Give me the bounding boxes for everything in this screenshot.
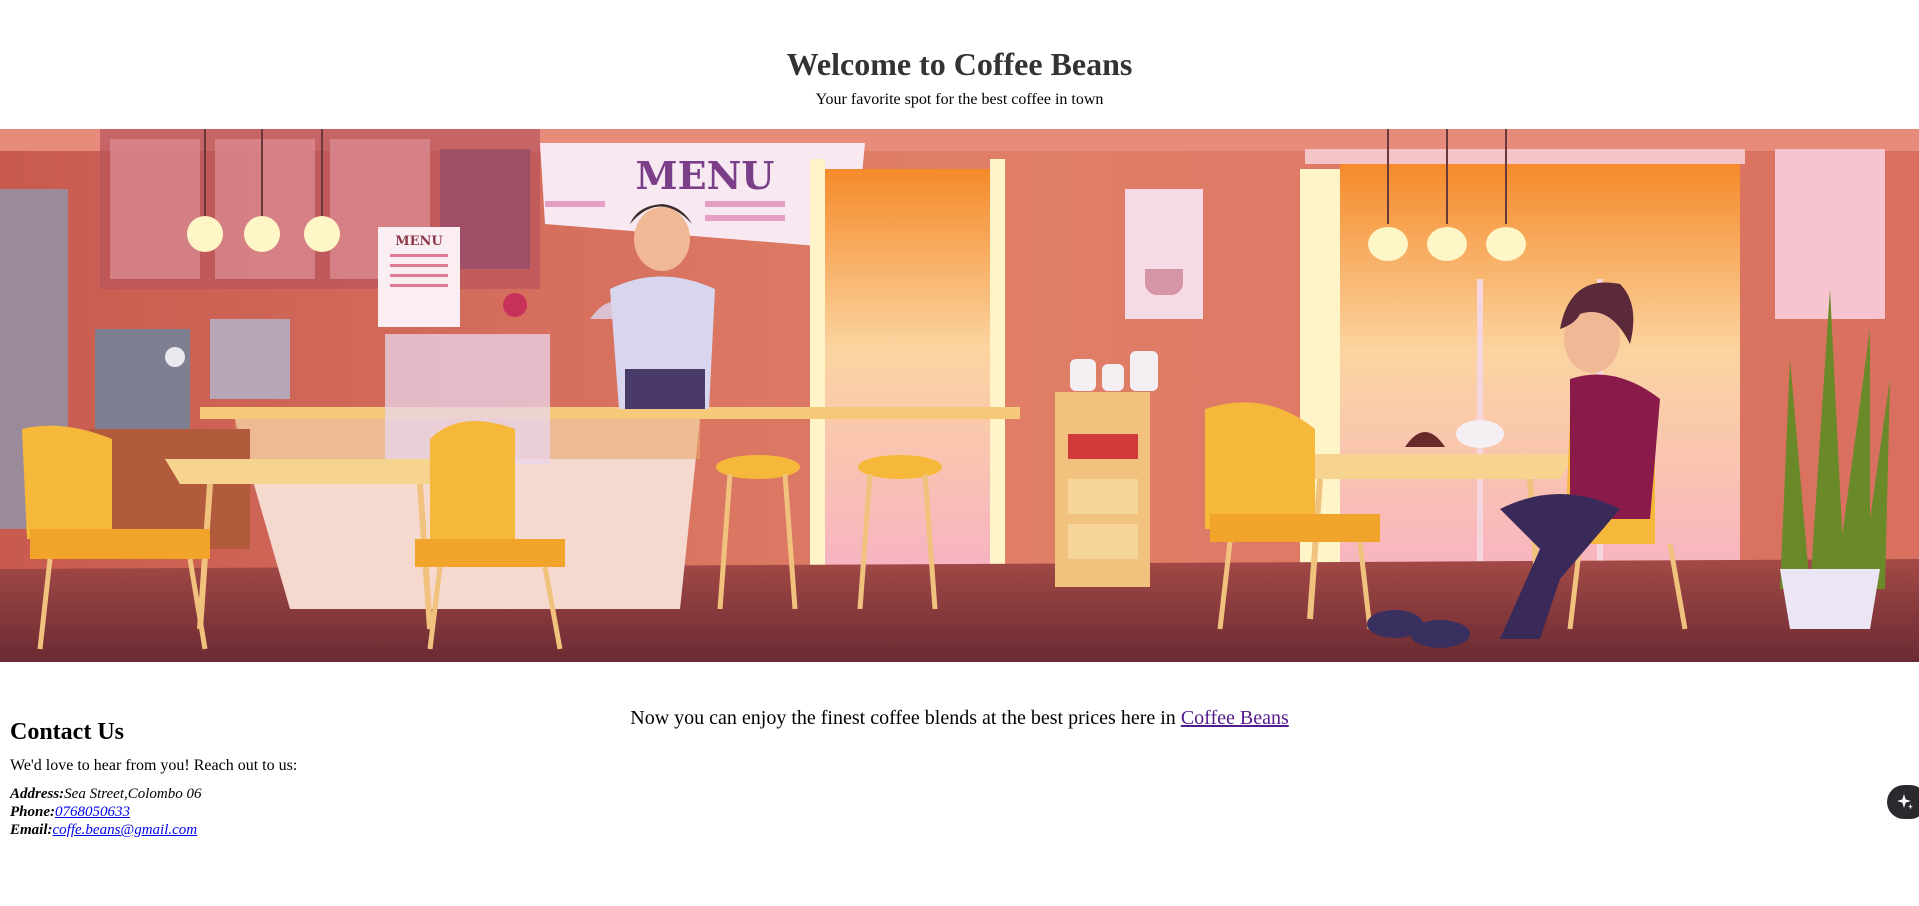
address-value: Sea Street,Colombo 06 <box>64 786 202 802</box>
phone-link[interactable]: 0768050633 <box>55 804 130 820</box>
contact-info: Address:Sea Street,Colombo 06 Phone:0768… <box>10 785 710 839</box>
phone-row: Phone:0768050633 <box>10 803 710 821</box>
hero-image: MENU MENU <box>0 129 1919 662</box>
sparkle-icon <box>1897 794 1913 810</box>
menu-board-text: MENU <box>636 153 775 198</box>
page-title: Welcome to Coffee Beans <box>786 46 1133 82</box>
address-label: Address: <box>10 786 65 802</box>
contact-heading: Contact Us <box>10 719 124 745</box>
page-tagline: Your favorite spot for the best coffee i… <box>815 91 1104 108</box>
page-header: Welcome to Coffee Beans Your favorite sp… <box>0 0 1919 109</box>
email-link[interactable]: coffe.beans@gmail.com <box>53 822 198 838</box>
address-row: Address:Sea Street,Colombo 06 <box>10 785 710 803</box>
contact-section: Contact Us We'd love to hear from you! R… <box>10 717 710 839</box>
menu-card-text: MENU <box>395 234 443 249</box>
email-label: Email: <box>10 822 53 838</box>
phone-label: Phone: <box>10 804 55 820</box>
assistant-button[interactable] <box>1887 785 1919 819</box>
coffee-beans-link[interactable]: Coffee Beans <box>1181 707 1289 729</box>
intro-sentence: Now you can enjoy the finest coffee blen… <box>630 707 1181 729</box>
email-row: Email:coffe.beans@gmail.com <box>10 821 710 839</box>
contact-lead: We'd love to hear from you! Reach out to… <box>10 757 298 774</box>
